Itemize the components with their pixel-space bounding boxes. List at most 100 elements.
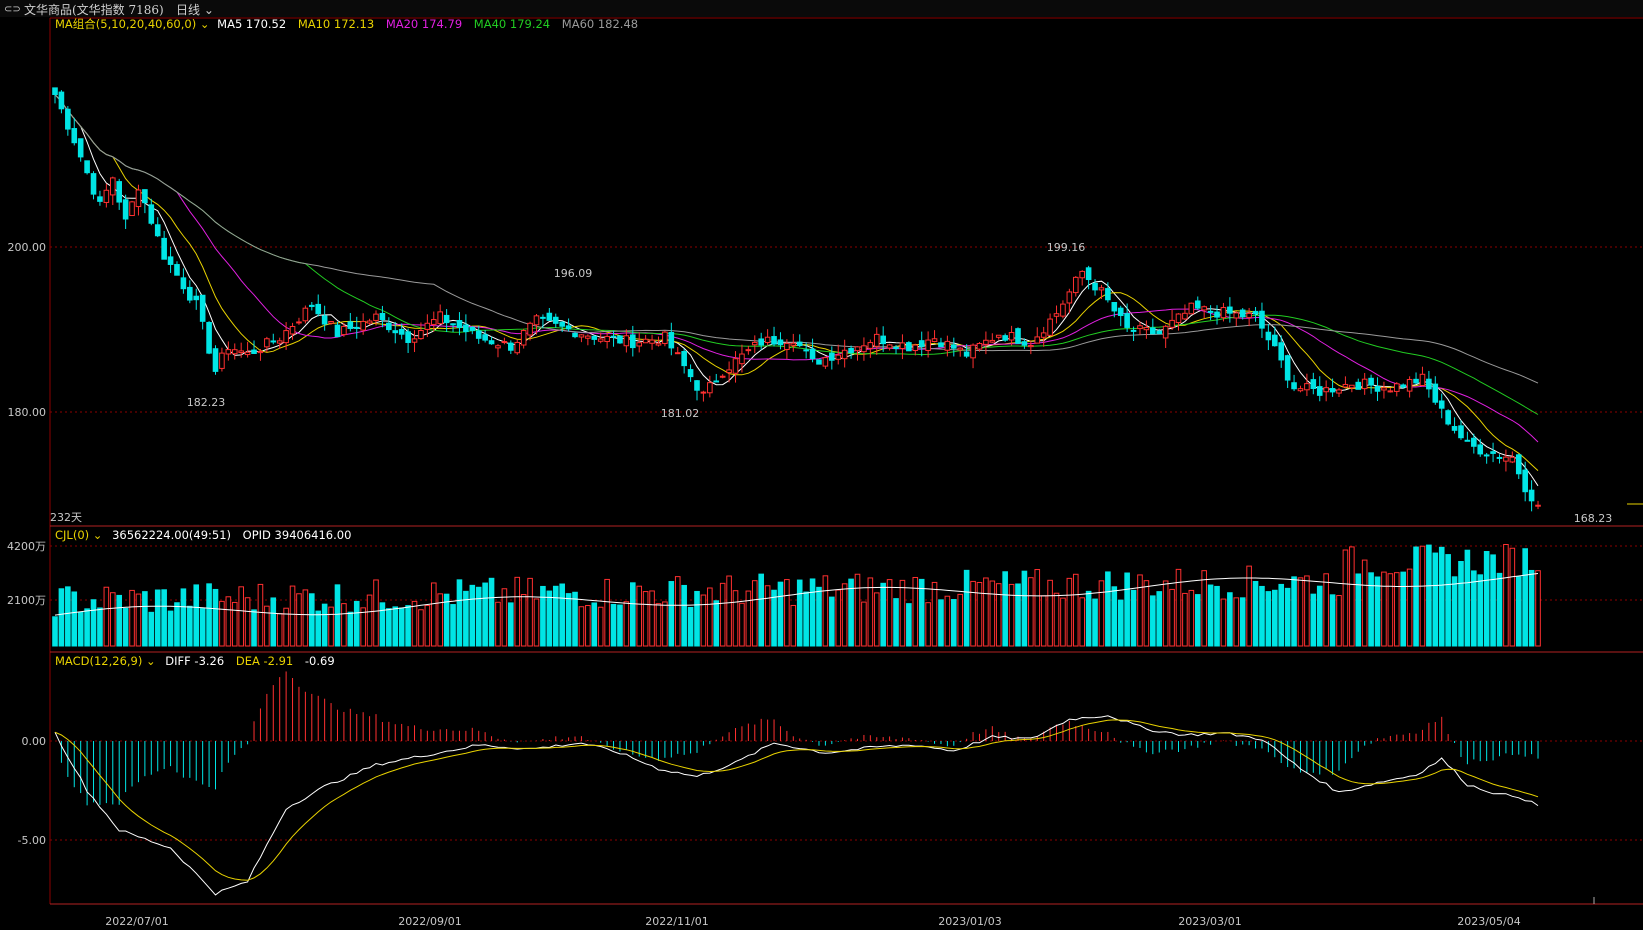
candle <box>1053 313 1060 317</box>
volume-bar <box>726 575 732 647</box>
volume-bar <box>212 588 219 647</box>
candle <box>585 335 591 339</box>
chevron-down-icon[interactable]: ⌄ <box>93 528 106 542</box>
candle <box>1207 310 1214 313</box>
candle <box>873 333 880 347</box>
candle <box>1316 386 1323 396</box>
volume-bar <box>1047 579 1053 647</box>
volume-bar <box>135 593 142 647</box>
link-icon[interactable]: ⊂⊃ <box>4 4 21 15</box>
candle <box>642 338 649 344</box>
candle <box>1085 267 1092 281</box>
volume-bar <box>424 604 431 647</box>
volume-bar <box>983 577 989 647</box>
candle <box>726 369 732 374</box>
volume-bar <box>976 581 983 647</box>
candle <box>918 340 925 347</box>
volume-bar <box>1239 597 1246 647</box>
candle <box>938 342 944 348</box>
volume-bar <box>1304 575 1310 647</box>
volume-bar <box>719 582 726 647</box>
days-count-label: 232天 <box>50 511 82 524</box>
chevron-down-icon[interactable]: ⌄ <box>146 654 159 668</box>
candle <box>707 382 713 394</box>
volume-legend[interactable]: CJL(0) ⌄ 36562224.00(49:51) OPID 3940641… <box>55 528 351 542</box>
candle <box>161 237 167 260</box>
candle <box>1483 454 1490 457</box>
chevron-down-icon[interactable]: ⌄ <box>200 17 213 31</box>
candle <box>482 334 488 341</box>
period-selector[interactable]: 日线 ⌄ <box>176 1 214 18</box>
candle <box>373 313 379 321</box>
volume-bar <box>1368 572 1374 647</box>
candle <box>1060 303 1066 317</box>
volume-bar <box>244 597 251 647</box>
candle <box>983 339 989 345</box>
candle <box>1169 319 1175 328</box>
ma-legend[interactable]: MA组合(5,10,20,40,60,0) ⌄ MA5 170.52 MA10 … <box>55 17 638 31</box>
candle <box>167 256 174 265</box>
candle <box>796 341 803 347</box>
volume-bar <box>341 603 347 647</box>
volume-bar <box>1053 592 1060 647</box>
volume-bar <box>918 578 925 647</box>
volume-bar <box>989 580 996 647</box>
candle <box>963 351 970 357</box>
candle <box>437 311 443 325</box>
volume-bar <box>809 578 816 647</box>
candle <box>148 204 155 224</box>
volume-bars <box>52 544 1541 647</box>
candle <box>854 346 861 352</box>
volume-bar <box>694 590 700 647</box>
candle <box>296 321 302 324</box>
candle <box>668 331 675 349</box>
volume-bar <box>662 601 668 647</box>
macd-legend[interactable]: MACD(12,26,9) ⌄ DIFF -3.26 DEA -2.91 -0.… <box>55 654 335 668</box>
volume-bar <box>951 599 957 647</box>
volume-bar <box>360 607 366 647</box>
candle <box>1393 383 1400 392</box>
candle <box>1188 302 1195 315</box>
volume-bar <box>514 576 521 647</box>
candle <box>334 324 341 338</box>
grid <box>49 17 1643 905</box>
volume-bar <box>103 586 110 647</box>
kline-chart[interactable]: 200.00 180.00 4200万 2100万 0.00 -5.00 MA组… <box>0 17 1643 930</box>
candle <box>366 320 373 324</box>
candle <box>835 354 842 360</box>
volume-bar <box>225 596 232 647</box>
candle <box>411 338 418 343</box>
volume-bar <box>591 602 598 647</box>
volume-bar <box>251 609 257 647</box>
candle <box>533 315 540 326</box>
candle <box>353 326 360 329</box>
candle <box>1515 454 1522 475</box>
volume-bar <box>527 577 533 647</box>
volume-bar <box>1323 573 1329 647</box>
candle <box>784 342 790 351</box>
candle <box>257 350 264 354</box>
candle <box>90 173 97 195</box>
candle <box>1117 307 1124 317</box>
candle <box>880 335 886 345</box>
volume-bar <box>906 603 912 647</box>
candle <box>1464 439 1471 442</box>
volume-bar <box>1130 589 1137 647</box>
candle <box>1310 379 1317 390</box>
candle <box>1162 325 1169 339</box>
candle <box>719 375 726 378</box>
volume-bar <box>65 586 71 647</box>
x-tick-2023-05-04: 2023/05/04 <box>1457 915 1520 928</box>
volume-bar <box>957 593 964 647</box>
volume-bar <box>1233 597 1240 647</box>
volume-bar <box>1002 571 1008 647</box>
candle <box>957 347 964 351</box>
volume-bar <box>758 573 765 647</box>
ma20-legend: MA20 174.79 <box>386 17 462 31</box>
ma10-line <box>54 94 1539 471</box>
candle <box>803 349 809 352</box>
candle <box>822 357 829 367</box>
volume-bar <box>1085 590 1092 647</box>
macd-dea-line <box>54 719 1539 881</box>
candle <box>58 91 65 110</box>
